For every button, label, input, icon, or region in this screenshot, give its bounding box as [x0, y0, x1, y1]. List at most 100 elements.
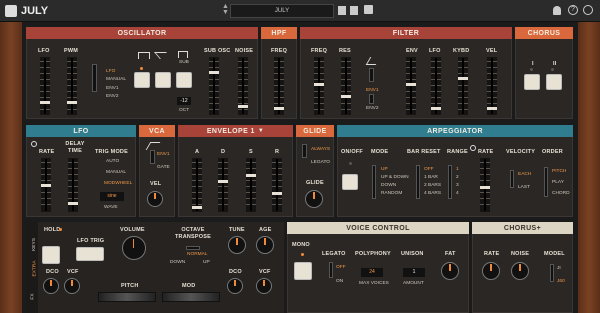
power-icon[interactable]	[583, 5, 593, 15]
order-play[interactable]: PLAY	[552, 180, 564, 185]
filter-freq-slider[interactable]	[314, 57, 324, 115]
env-a-slider[interactable]	[192, 158, 202, 212]
pulse-button[interactable]	[134, 72, 150, 88]
env-polarity-switch[interactable]	[369, 68, 374, 82]
range-2[interactable]: 2	[456, 175, 459, 180]
filter-kybd-slider[interactable]	[458, 57, 468, 115]
lfo-sync-icon[interactable]	[31, 141, 37, 147]
tab-keys[interactable]: KEYS	[32, 238, 37, 251]
model-j60[interactable]: J60	[557, 279, 565, 284]
transpose-switch[interactable]	[186, 246, 200, 250]
chorus-i-button[interactable]	[524, 74, 540, 90]
velocity-last[interactable]: LAST	[518, 185, 530, 190]
vca-vel-knob[interactable]	[147, 191, 163, 207]
vca-switch[interactable]	[150, 150, 155, 164]
trig-modwheel[interactable]: MODWHEEL	[104, 181, 132, 186]
mod-wheel[interactable]	[162, 292, 220, 302]
osc-mod-env1[interactable]: ENV1	[106, 86, 119, 91]
legato-off[interactable]: OFF	[336, 265, 346, 270]
model-ji[interactable]: JI	[557, 266, 561, 271]
bar-off[interactable]: OFF	[424, 167, 434, 172]
bar-4[interactable]: 4 BARS	[424, 191, 441, 196]
velocity-each[interactable]: EACH	[518, 172, 531, 177]
osc-mod-manual[interactable]: MANUAL	[106, 77, 126, 82]
arp-onoff-button[interactable]	[342, 174, 358, 190]
oct-display[interactable]: -12	[177, 97, 191, 105]
legato-on[interactable]: ON	[336, 279, 343, 284]
tab-extra[interactable]: EXTRA	[33, 261, 38, 277]
arp-mode-switch[interactable]	[372, 165, 376, 199]
transpose-normal[interactable]: NORMAL	[187, 252, 208, 257]
perf-dco-knob[interactable]	[43, 278, 59, 294]
hpf-freq-slider[interactable]	[274, 57, 284, 115]
mono-button[interactable]	[294, 262, 312, 280]
glide-switch[interactable]	[302, 144, 307, 158]
sub-osc-slider[interactable]	[209, 57, 219, 115]
saw-button[interactable]	[155, 72, 171, 88]
polyphony-display[interactable]: 24	[361, 268, 383, 277]
preset-name[interactable]: JULY	[230, 4, 334, 18]
pwm-switch[interactable]	[92, 64, 97, 92]
chorus-ii-button[interactable]	[546, 74, 562, 90]
order-switch[interactable]	[544, 167, 548, 197]
sub-button[interactable]	[176, 72, 192, 88]
bar-reset-switch[interactable]	[416, 165, 420, 199]
trig-auto[interactable]: AUTO	[106, 159, 119, 164]
noise-slider[interactable]	[238, 57, 248, 115]
arp-mode-up[interactable]: UP	[381, 167, 388, 172]
env-s-slider[interactable]	[246, 158, 256, 212]
tab-fx[interactable]: FX	[31, 293, 36, 299]
env-d-slider[interactable]	[218, 158, 228, 212]
dice-icon[interactable]	[364, 5, 373, 14]
filter-env1-option[interactable]: ENV1	[366, 88, 379, 93]
osc-lfo-slider[interactable]	[40, 57, 50, 115]
range-4[interactable]: 4	[456, 191, 459, 196]
fat-knob[interactable]	[441, 262, 459, 280]
transpose-up[interactable]: UP	[203, 260, 210, 265]
chorusplus-noise-knob[interactable]	[511, 262, 529, 280]
tune-knob[interactable]	[228, 236, 246, 254]
vca-gate-option[interactable]: GATE	[157, 165, 170, 170]
filter-vel-slider[interactable]	[487, 57, 497, 115]
arp-rate-slider[interactable]	[480, 158, 490, 212]
filter-env-slider[interactable]	[406, 57, 416, 115]
osc-pwm-slider[interactable]	[67, 57, 77, 115]
bell-icon[interactable]	[553, 6, 561, 15]
range-3[interactable]: 3	[456, 183, 459, 188]
order-pitch[interactable]: PITCH	[552, 169, 566, 174]
filter-res-slider[interactable]	[341, 57, 351, 115]
arp-mode-random[interactable]: RANDOM	[381, 191, 402, 196]
env-r-slider[interactable]	[272, 158, 282, 212]
preset-arrows-icon[interactable]: ▲ ▼	[222, 3, 229, 16]
lfo-trig-button[interactable]	[76, 247, 104, 261]
model-switch[interactable]	[550, 264, 554, 282]
chorusplus-rate-knob[interactable]	[482, 262, 500, 280]
arp-mode-down[interactable]: DOWN	[381, 183, 396, 188]
range-1[interactable]: 1	[456, 167, 459, 172]
wave-display[interactable]: sine	[100, 192, 124, 201]
save-icon[interactable]	[338, 6, 346, 15]
mod-dco-knob[interactable]	[227, 278, 243, 294]
help-icon[interactable]: ?	[568, 5, 578, 15]
order-chord[interactable]: CHORD	[552, 191, 570, 196]
bar-2[interactable]: 2 BARS	[424, 183, 441, 188]
filter-env2-option[interactable]: ENV2	[366, 106, 379, 111]
volume-knob[interactable]	[122, 236, 146, 260]
hold-button[interactable]	[42, 246, 60, 264]
lfo-delay-slider[interactable]	[68, 158, 78, 212]
age-knob[interactable]	[256, 236, 274, 254]
env-select-switch[interactable]	[369, 94, 374, 104]
bar-1[interactable]: 1 BAR	[424, 175, 438, 180]
pitch-bend-wheel[interactable]	[98, 292, 156, 302]
glide-legato[interactable]: LEGATO	[311, 160, 330, 165]
osc-mod-lfo[interactable]: LFO	[106, 69, 115, 74]
legato-switch[interactable]	[329, 262, 333, 278]
transpose-down[interactable]: DOWN	[170, 260, 185, 265]
trig-manual[interactable]: MANUAL	[106, 170, 126, 175]
perf-vcf-knob[interactable]	[64, 278, 80, 294]
velocity-switch[interactable]	[510, 170, 514, 188]
unison-display[interactable]: 1	[403, 268, 425, 277]
range-switch[interactable]	[448, 165, 452, 199]
osc-mod-env2[interactable]: ENV2	[106, 94, 119, 99]
glide-knob[interactable]	[305, 190, 323, 208]
